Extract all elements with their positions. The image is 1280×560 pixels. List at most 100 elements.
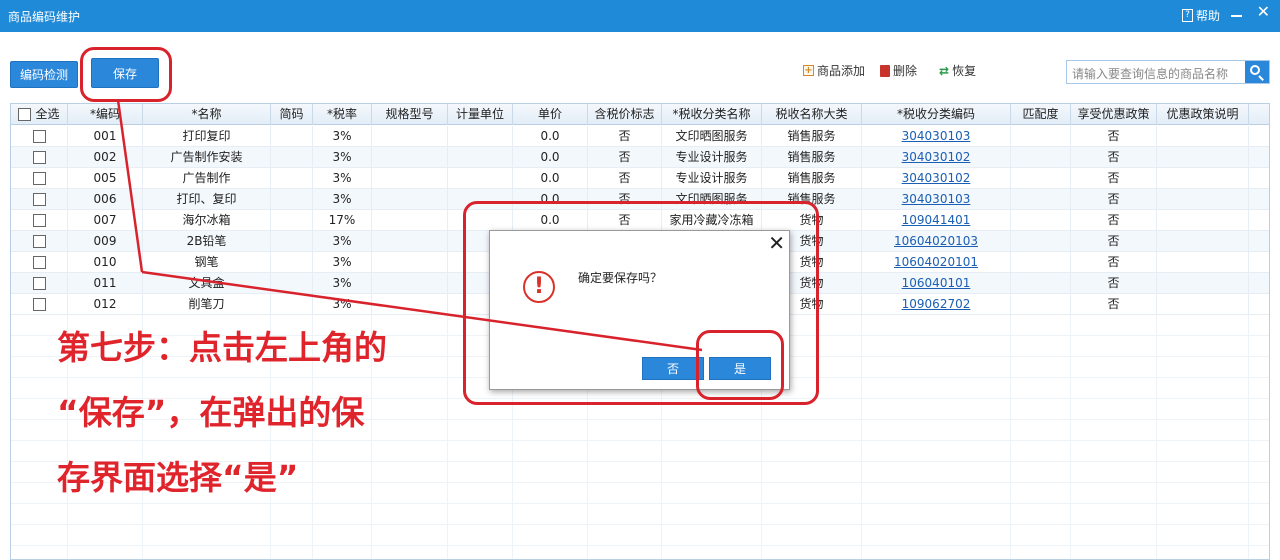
save-highlight-box [80,47,172,102]
cell-short [271,210,313,231]
column-header-code[interactable]: *编码 [68,104,143,125]
column-header-match[interactable]: 匹配度 [1011,104,1071,125]
search-button[interactable] [1245,61,1269,83]
row-checkbox[interactable] [32,256,46,269]
cell-cat-code[interactable]: 106040101 [862,273,1011,294]
close-window-button[interactable]: ✕ [1257,4,1270,20]
restore-button[interactable]: ⇄ 恢复 [939,62,976,79]
column-header-short[interactable]: 简码 [271,104,313,125]
cell-short [271,294,313,315]
cell-tax-incl: 否 [588,147,662,168]
window-title: 商品编码维护 [8,10,81,24]
cell-name: 海尔冰箱 [143,210,271,231]
cell-match [1011,168,1071,189]
select-all-header[interactable]: 全选 [11,104,68,125]
cell-code: 007 [68,210,143,231]
column-header-spec[interactable]: 规格型号 [372,104,448,125]
cell-pref: 否 [1071,189,1157,210]
cell-rate: 3% [313,147,372,168]
cell-name: 广告制作 [143,168,271,189]
table-row[interactable]: 001 打印复印 3% 0.0 否文印晒图服务 销售服务 304030103 否 [11,126,1269,147]
column-header-pref-note[interactable]: 优惠政策说明 [1157,104,1249,125]
cell-rate: 3% [313,126,372,147]
cell-cat-code[interactable]: 10604020103 [862,231,1011,252]
column-header-big-cat[interactable]: 税收名称大类 [762,104,862,125]
row-checkbox[interactable] [32,298,46,311]
cell-code: 001 [68,126,143,147]
cell-pref: 否 [1071,294,1157,315]
document-help-icon: ? [1181,9,1193,22]
search-input[interactable]: 请输入要查询信息的商品名称 [1072,65,1228,82]
column-header-cat-code[interactable]: *税收分类编码 [862,104,1011,125]
cell-cat-name: 文印晒图服务 [662,126,762,147]
cell-short [271,252,313,273]
cell-big-cat: 销售服务 [762,126,862,147]
cell-cat-code[interactable]: 304030103 [862,189,1011,210]
row-checkbox[interactable] [32,214,46,227]
row-checkbox[interactable] [32,193,46,206]
cell-spec [372,168,448,189]
cell-rate: 3% [313,294,372,315]
cell-tax-incl: 否 [588,126,662,147]
cell-match [1011,252,1071,273]
column-header-pref[interactable]: 享受优惠政策 [1071,104,1157,125]
cell-pref: 否 [1071,252,1157,273]
cell-unit [448,168,513,189]
cell-match [1011,294,1071,315]
grid-hline [11,503,1269,504]
cell-code: 010 [68,252,143,273]
cell-pref: 否 [1071,273,1157,294]
cell-price: 0.0 [513,126,588,147]
cell-name: 文具盒 [143,273,271,294]
code-check-button[interactable]: 编码检测 [10,61,78,88]
cell-match [1011,189,1071,210]
column-header-rate[interactable]: *税率 [313,104,372,125]
cell-pref: 否 [1071,126,1157,147]
column-header-cat-name[interactable]: *税收分类名称 [662,104,762,125]
cell-match [1011,231,1071,252]
row-checkbox-cell [11,252,68,273]
help-button[interactable]: ? 帮助 [1181,7,1220,24]
row-checkbox[interactable] [32,277,46,290]
cell-code: 006 [68,189,143,210]
column-header-name[interactable]: *名称 [143,104,271,125]
minimize-button[interactable] [1230,6,1244,20]
cell-pref-note [1157,273,1249,294]
cell-rate: 3% [313,273,372,294]
cell-name: 钢笔 [143,252,271,273]
table-row[interactable]: 002 广告制作安装 3% 0.0 否专业设计服务 销售服务 304030102 否 [11,147,1269,168]
delete-button[interactable]: 删除 [880,62,917,79]
row-checkbox[interactable] [32,172,46,185]
cell-rate: 3% [313,231,372,252]
select-all-checkbox[interactable] [18,108,32,121]
cell-cat-code[interactable]: 10604020101 [862,252,1011,273]
column-header-price[interactable]: 单价 [513,104,588,125]
column-header-unit[interactable]: 计量单位 [448,104,513,125]
cell-cat-code[interactable]: 304030103 [862,126,1011,147]
caption-line-3: 存界面选择“是” [57,458,299,497]
cell-name: 削笔刀 [143,294,271,315]
cell-cat-code[interactable]: 109041401 [862,210,1011,231]
cell-pref-note [1157,252,1249,273]
cell-spec [372,231,448,252]
cell-match [1011,210,1071,231]
add-icon: + [803,65,814,76]
cell-cat-code[interactable]: 304030102 [862,168,1011,189]
restore-label: 恢复 [952,64,977,78]
title-bar: 商品编码维护 ? 帮助 ✕ [0,0,1280,32]
cell-cat-code[interactable]: 109062702 [862,294,1011,315]
cell-match [1011,147,1071,168]
row-checkbox[interactable] [32,130,46,143]
row-checkbox[interactable] [32,235,46,248]
column-header-tax-incl[interactable]: 含税价标志 [588,104,662,125]
search-box: 请输入要查询信息的商品名称 [1066,60,1270,84]
row-checkbox[interactable] [32,151,46,164]
trash-icon [880,64,890,77]
table-row[interactable]: 005 广告制作 3% 0.0 否专业设计服务 销售服务 304030102 否 [11,168,1269,189]
cell-spec [372,273,448,294]
cell-name: 打印、复印 [143,189,271,210]
add-product-button[interactable]: + 商品添加 [803,62,865,79]
caption-line-1: 第七步：点击左上角的 [57,328,387,367]
cell-code: 005 [68,168,143,189]
cell-cat-code[interactable]: 304030102 [862,147,1011,168]
